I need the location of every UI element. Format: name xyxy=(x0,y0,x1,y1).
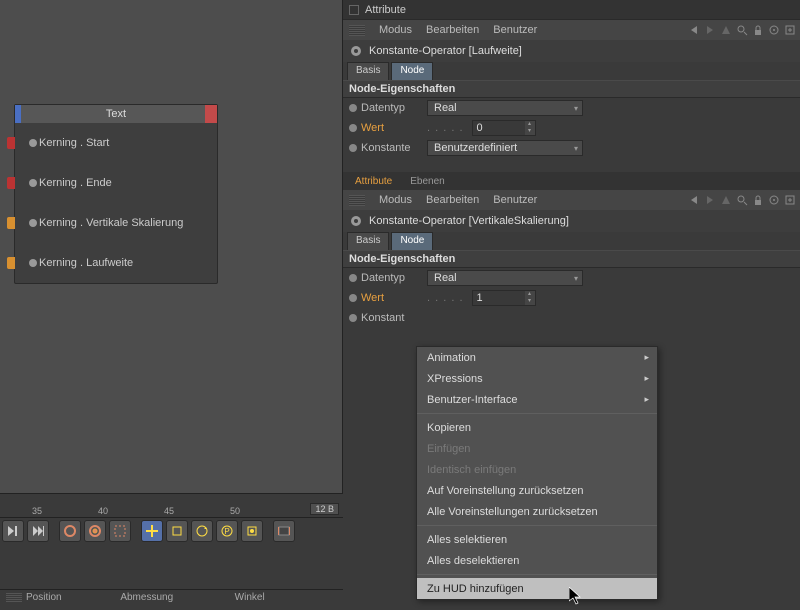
prop-konstante-2: Konstant xyxy=(343,308,800,328)
autokey-button[interactable] xyxy=(84,520,106,542)
add-panel-icon[interactable] xyxy=(784,194,796,206)
record-button[interactable] xyxy=(59,520,81,542)
footer-bar: Position Abmessung Winkel xyxy=(0,589,343,605)
ctx-item: Identisch einfügen xyxy=(417,459,657,480)
panel1-menubar: Modus Bearbeiten Benutzer xyxy=(343,20,800,40)
scale-button[interactable] xyxy=(166,520,188,542)
port-label: Kerning . Ende xyxy=(39,177,112,189)
menu-modus[interactable]: Modus xyxy=(379,194,412,206)
panel1-object-name: Konstante-Operator [Laufweite] xyxy=(369,45,522,57)
search-icon[interactable] xyxy=(736,24,748,36)
panel2-object-name: Konstante-Operator [VertikaleSkalierung] xyxy=(369,215,569,227)
node-editor-viewport[interactable]: Text Kerning . Start Kerning . Ende Kern… xyxy=(0,0,343,493)
wert-input-1[interactable]: 0▴▾ xyxy=(472,120,536,136)
lock-icon[interactable] xyxy=(752,24,764,36)
panel2-tabs: Basis Node xyxy=(343,232,800,250)
pla-button[interactable] xyxy=(241,520,263,542)
ctx-item[interactable]: Zu HUD hinzufügen xyxy=(417,578,657,599)
port-kerning-vskalierung[interactable]: Kerning . Vertikale Skalierung xyxy=(15,203,217,243)
menu-bearbeiten[interactable]: Bearbeiten xyxy=(426,194,479,206)
footer-winkel[interactable]: Winkel xyxy=(229,590,343,605)
gear-icon xyxy=(349,214,363,228)
node-text[interactable]: Text Kerning . Start Kerning . Ende Kern… xyxy=(14,104,218,284)
menu-modus[interactable]: Modus xyxy=(379,24,412,36)
konstante-dropdown-1[interactable]: Benutzerdefiniert▾ xyxy=(427,140,583,156)
timeline-area: 35 40 45 50 12 B P xyxy=(0,493,343,555)
footer-abmessung[interactable]: Abmessung xyxy=(114,590,228,605)
goto-end-button[interactable] xyxy=(2,520,24,542)
ctx-item[interactable]: Auf Voreinstellung zurücksetzen xyxy=(417,480,657,501)
timeline-ruler[interactable]: 35 40 45 50 12 B xyxy=(0,493,343,517)
nav-up-icon[interactable] xyxy=(720,194,732,206)
gear-icon xyxy=(349,44,363,58)
port-kerning-start[interactable]: Kerning . Start xyxy=(15,123,217,163)
prop-wert-1: Wert. . . . . 0▴▾ xyxy=(343,118,800,138)
ctx-item[interactable]: Benutzer-Interface xyxy=(417,389,657,410)
ctx-item[interactable]: Animation xyxy=(417,347,657,368)
lock-icon[interactable] xyxy=(752,194,764,206)
nav-up-icon[interactable] xyxy=(720,24,732,36)
wert-input-2[interactable]: 1▴▾ xyxy=(472,290,536,306)
nav-back-icon[interactable] xyxy=(688,24,700,36)
port-label: Kerning . Vertikale Skalierung xyxy=(39,217,183,229)
ctx-item[interactable]: Alles deselektieren xyxy=(417,550,657,571)
move-button[interactable] xyxy=(141,520,163,542)
menu-bearbeiten[interactable]: Bearbeiten xyxy=(426,24,479,36)
port-label: Kerning . Laufweite xyxy=(39,257,133,269)
datentyp-dropdown-1[interactable]: Real▾ xyxy=(427,100,583,116)
port-kerning-laufweite[interactable]: Kerning . Laufweite xyxy=(15,243,217,283)
keyframe-selection-button[interactable] xyxy=(109,520,131,542)
panel1-tabs: Basis Node xyxy=(343,62,800,80)
menu-benutzer[interactable]: Benutzer xyxy=(493,194,537,206)
tab-node[interactable]: Node xyxy=(391,62,433,80)
tab-basis[interactable]: Basis xyxy=(347,62,389,80)
panel1-object-row: Konstante-Operator [Laufweite] xyxy=(343,40,800,62)
prop-wert-2: Wert. . . . . 1▴▾ xyxy=(343,288,800,308)
tab-attribute[interactable]: Attribute xyxy=(347,172,400,190)
menu-benutzer[interactable]: Benutzer xyxy=(493,24,537,36)
prop-datentyp-2: Datentyp Real▾ xyxy=(343,268,800,288)
tab-ebenen[interactable]: Ebenen xyxy=(402,172,452,190)
panel1-title: Attribute xyxy=(365,4,406,16)
panel1-header[interactable]: Attribute xyxy=(343,0,800,20)
tab-basis[interactable]: Basis xyxy=(347,232,389,250)
panel2-menubar: Modus Bearbeiten Benutzer xyxy=(343,190,800,210)
prop-konstante-1: Konstante Benutzerdefiniert▾ xyxy=(343,138,800,158)
ctx-item[interactable]: Kopieren xyxy=(417,417,657,438)
render-button[interactable] xyxy=(273,520,295,542)
timeline-end-frame[interactable]: 12 B xyxy=(310,503,339,515)
tab-node[interactable]: Node xyxy=(391,232,433,250)
target-icon[interactable] xyxy=(768,194,780,206)
nav-fwd-icon[interactable] xyxy=(704,194,716,206)
port-label: Kerning . Start xyxy=(39,137,109,149)
grip-icon[interactable] xyxy=(349,25,365,36)
ctx-item: Einfügen xyxy=(417,438,657,459)
panel2-section: Node-Eigenschaften xyxy=(343,250,800,268)
panel2-top-tabs: Attribute Ebenen xyxy=(343,172,800,190)
nav-fwd-icon[interactable] xyxy=(704,24,716,36)
prop-datentyp-1: Datentyp Real▾ xyxy=(343,98,800,118)
port-kerning-ende[interactable]: Kerning . Ende xyxy=(15,163,217,203)
grip-icon[interactable] xyxy=(349,195,365,206)
goto-last-button[interactable] xyxy=(27,520,49,542)
ctx-item[interactable]: Alles selektieren xyxy=(417,529,657,550)
datentyp-dropdown-2[interactable]: Real▾ xyxy=(427,270,583,286)
target-icon[interactable] xyxy=(768,24,780,36)
param-button[interactable]: P xyxy=(216,520,238,542)
panel1-section: Node-Eigenschaften xyxy=(343,80,800,98)
playbar: P xyxy=(0,517,343,543)
ctx-item[interactable]: XPressions xyxy=(417,368,657,389)
node-title-bar[interactable]: Text xyxy=(15,105,217,123)
panel-toggle-icon[interactable] xyxy=(349,5,359,15)
panel2-object-row: Konstante-Operator [VertikaleSkalierung] xyxy=(343,210,800,232)
rotate-button[interactable] xyxy=(191,520,213,542)
footer-position[interactable]: Position xyxy=(0,590,114,605)
node-title: Text xyxy=(15,105,217,123)
ctx-item[interactable]: Alle Voreinstellungen zurücksetzen xyxy=(417,501,657,522)
add-panel-icon[interactable] xyxy=(784,24,796,36)
nav-back-icon[interactable] xyxy=(688,194,700,206)
search-icon[interactable] xyxy=(736,194,748,206)
svg-text:P: P xyxy=(224,527,229,536)
context-menu: AnimationXPressionsBenutzer-Interface Kop… xyxy=(416,346,658,600)
